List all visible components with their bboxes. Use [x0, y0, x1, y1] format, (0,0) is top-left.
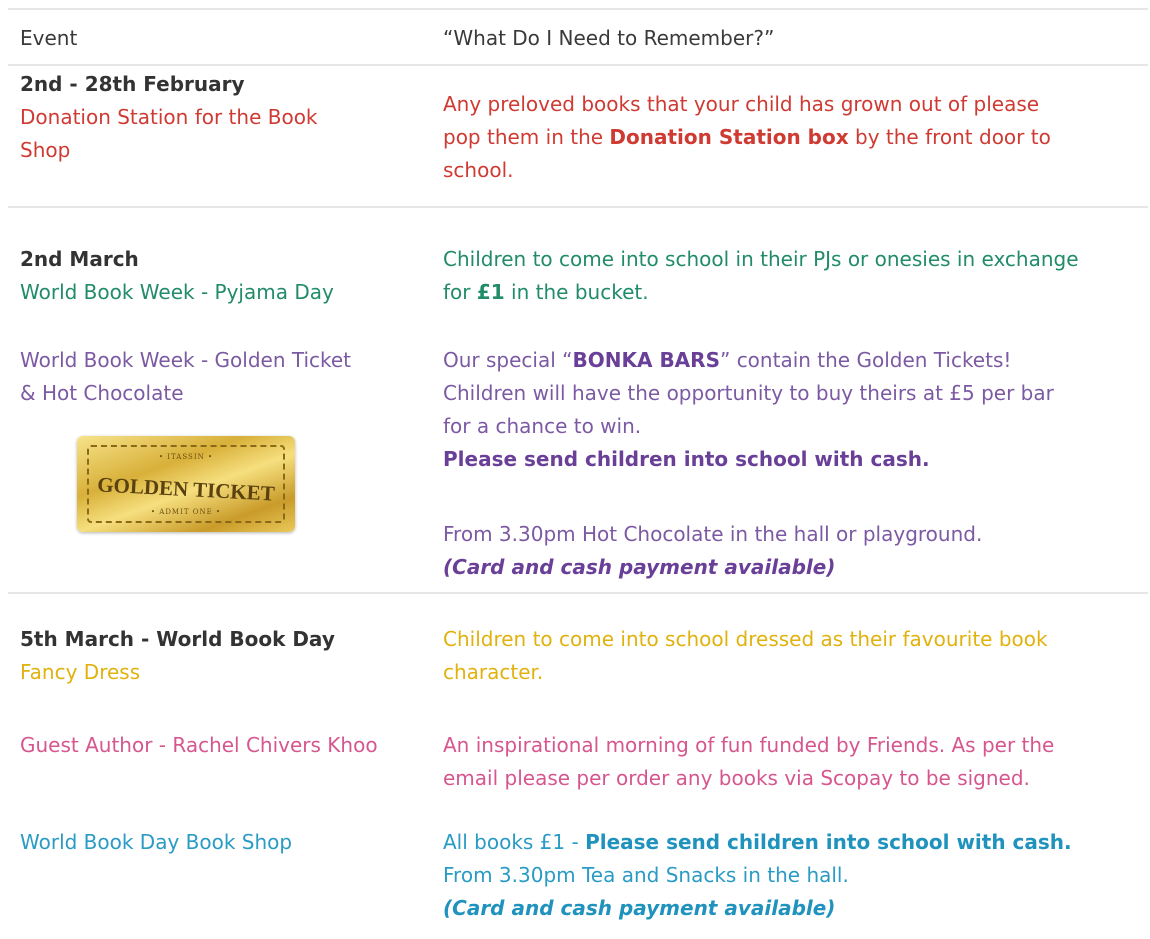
golden-note-line3: for a chance to win.	[443, 414, 642, 438]
fancy-dress-note-line1: Children to come into school dressed as …	[443, 627, 1048, 651]
row-feb-note-line2: pop them in the Donation Station box by …	[443, 125, 1051, 149]
guest-author-note-line1: An inspirational morning of fun funded b…	[443, 733, 1055, 757]
row-feb-date: 2nd - 28th February	[20, 72, 245, 96]
golden-note-line2: Children will have the opportunity to bu…	[443, 381, 1054, 405]
golden-ticket-event-line1: World Book Week - Golden Ticket	[20, 348, 352, 372]
book-shop-note-line1: All books £1 - Please send children into…	[443, 830, 1072, 854]
header-divider	[8, 64, 1148, 66]
guest-author-event: Guest Author - Rachel Chivers Khoo	[20, 733, 378, 757]
row-feb-event-line1: Donation Station for the Book	[20, 105, 318, 129]
hot-chocolate-payment: (Card and cash payment available)	[443, 555, 836, 579]
golden-ticket-image: • ITASSIN • GOLDEN TICKET • ADMIT ONE •	[77, 436, 295, 532]
row-feb-note-line1: Any preloved books that your child has g…	[443, 92, 1040, 116]
row-march2-date: 2nd March	[20, 247, 139, 271]
row-feb-event-line2: Shop	[20, 138, 71, 162]
guest-author-note-line2: email please per order any books via Sco…	[443, 766, 1030, 790]
events-table: Event “What Do I Need to Remember?” 2nd …	[0, 0, 1150, 939]
pyjama-note-line2: for £1 in the bucket.	[443, 280, 649, 304]
column-header-remember: “What Do I Need to Remember?”	[443, 26, 775, 50]
golden-note-cash: Please send children into school with ca…	[443, 447, 930, 471]
row-divider-1	[8, 206, 1148, 208]
hot-chocolate-note: From 3.30pm Hot Chocolate in the hall or…	[443, 522, 983, 546]
donation-station-box-text: Donation Station box	[609, 125, 849, 149]
table-top-border	[8, 8, 1148, 10]
golden-note-line1: Our special “BONKA BARS” contain the Gol…	[443, 348, 1012, 372]
row-feb-note-line3: school.	[443, 158, 514, 182]
book-shop-note-line2: From 3.30pm Tea and Snacks in the hall.	[443, 863, 849, 887]
golden-ticket-event-line2: & Hot Chocolate	[20, 381, 184, 405]
fancy-dress-note-line2: character.	[443, 660, 544, 684]
row-divider-2	[8, 592, 1148, 594]
pyjama-note-line1: Children to come into school in their PJ…	[443, 247, 1079, 271]
row-wbd-date: 5th March - World Book Day	[20, 627, 335, 651]
book-shop-payment: (Card and cash payment available)	[443, 896, 836, 920]
pyjama-day-event: World Book Week - Pyjama Day	[20, 280, 334, 304]
book-shop-event: World Book Day Book Shop	[20, 830, 293, 854]
column-header-event: Event	[20, 26, 78, 50]
fancy-dress-event: Fancy Dress	[20, 660, 141, 684]
